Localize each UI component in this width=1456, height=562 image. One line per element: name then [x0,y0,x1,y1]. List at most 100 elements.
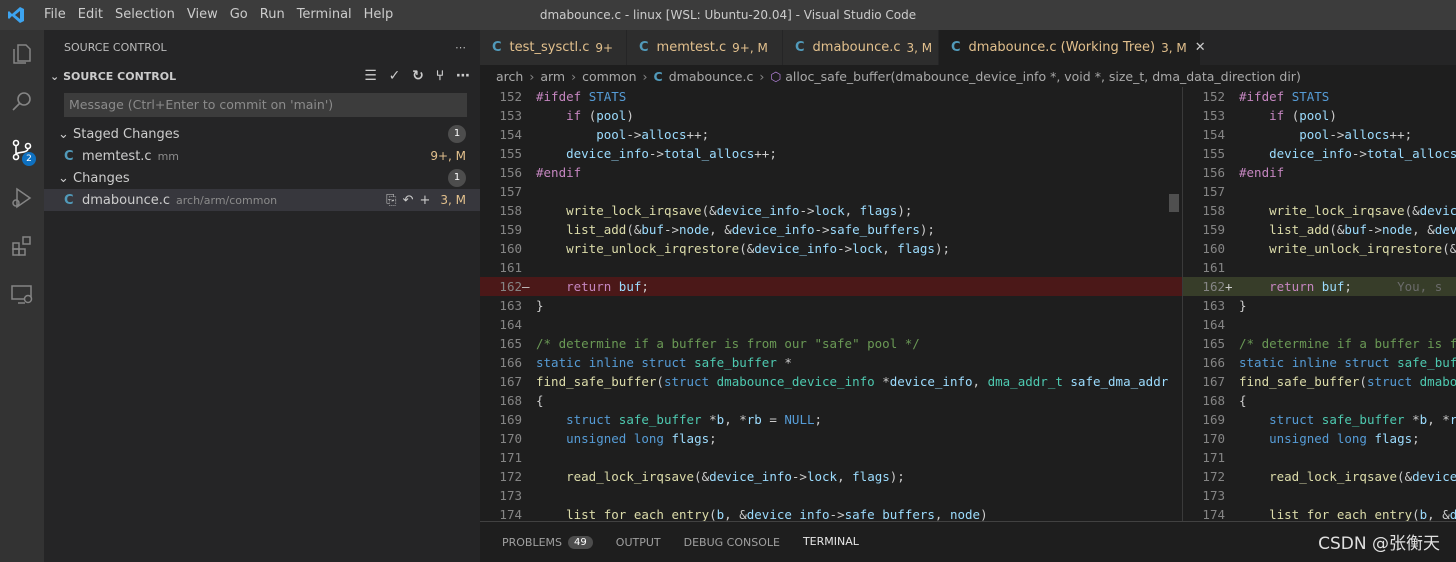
sidebar-title: SOURCE CONTROL [64,41,167,54]
scm-section-header[interactable]: ⌄ SOURCE CONTROL ☰ ✓ ↻ ⑂ ⋯ [44,65,480,87]
code-line: 160 write_unlock_irqrestore(&device_info… [1202,241,1456,256]
code-line: 168{ [499,393,544,408]
branch-graph-icon[interactable]: ⑂ [436,68,444,84]
menu-terminal[interactable]: Terminal [291,0,358,30]
tab-status: 9+ [595,40,614,55]
code-line: 166static inline struct safe_buffer * [1202,355,1456,370]
code-line: 164 [1202,317,1225,332]
breadcrumb-item[interactable]: common [582,69,636,84]
tab-terminal[interactable]: TERMINAL [802,522,859,562]
commit-check-icon[interactable]: ✓ [389,68,401,84]
code-line: 158 write_lock_irqsave(&device_info->loc… [499,203,913,218]
menu-help[interactable]: Help [358,0,400,30]
more-actions-icon[interactable]: ⋯ [455,30,466,65]
diff-original-pane[interactable]: 152 #ifdef STATS 153 if (pool) 154 pool->… [480,87,1182,551]
code-line: 170 unsigned long flags; [499,431,717,446]
c-file-icon: C [492,40,502,55]
code-line: 155 device_info->total_allocs++; [1202,146,1456,161]
code-line: 159 list_add(&buf->node, &device_info->s… [1202,222,1456,237]
menu-bar: File Edit Selection View Go Run Terminal… [38,0,399,30]
tab-status: 3, M [906,40,933,55]
chevron-right-icon: › [529,68,535,84]
staged-file-item[interactable]: C memtest.c mm 9+, M [44,145,480,167]
source-control-icon[interactable]: 2 [0,126,44,174]
menu-edit[interactable]: Edit [72,0,109,30]
scrollbar-thumb[interactable] [1169,194,1179,212]
code-line: 153 if (pool) [1202,108,1337,123]
tab-status: 3, M [1161,40,1187,55]
run-debug-icon[interactable] [0,174,44,222]
menu-view[interactable]: View [181,0,224,30]
code-line: 164 [499,317,522,332]
code-line: 165/* determine if a buffer is from our … [499,336,920,351]
refresh-icon[interactable]: ↻ [412,68,424,84]
code-line: 172 read_lock_irqsave(&device_info->lock… [499,469,905,484]
code-line: 152 #ifdef STATS [1202,89,1330,104]
code-line: 161 [499,260,522,275]
changed-file-item[interactable]: C dmabounce.c arch/arm/common ⎘ ↶ + 3, M [44,189,480,211]
view-as-tree-icon[interactable]: ☰ [364,68,377,84]
code-line: 165/* determine if a buffer is from our … [1202,336,1456,351]
tab-label: dmabounce.c (Working Tree) [968,40,1156,55]
code-line: 153 if (pool) [499,108,634,123]
c-file-icon: C [64,148,74,164]
more-actions-icon[interactable]: ⋯ [456,68,470,84]
changes-group[interactable]: ⌄ Changes 1 [44,167,480,189]
tab-output[interactable]: OUTPUT [616,522,661,562]
chevron-right-icon: › [759,68,765,84]
problems-label: PROBLEMS [502,535,563,549]
menu-go[interactable]: Go [224,0,254,30]
tab-dmabounce[interactable]: C dmabounce.c 3, M [783,30,939,65]
tab-problems[interactable]: PROBLEMS 49 [502,522,593,562]
chevron-down-icon: ⌄ [58,170,69,186]
tab-dmabounce-working-tree[interactable]: C dmabounce.c (Working Tree) 3, M ✕ [939,30,1206,65]
code-line: 171 [1202,450,1225,465]
code-line: 154 pool->allocs++; [499,127,710,142]
code-line: 169 struct safe_buffer *b, *rb = NULL; [499,412,823,427]
editor-tabs: C test_sysctl.c 9+ C memtest.c 9+, M C d… [480,30,1456,65]
code-line: 161 [1202,260,1225,275]
code-line: 169 struct safe_buffer *b, *rb = NULL; [1202,412,1456,427]
open-file-icon[interactable]: ⎘ [386,193,396,208]
method-icon: ⬡ [770,68,782,84]
code-line: 171 [499,450,522,465]
breadcrumb: arch › arm › common › C dmabounce.c › ⬡ allo… [480,65,1456,87]
stage-changes-icon[interactable]: + [419,193,430,208]
staged-changes-label: Staged Changes [73,126,180,142]
discard-changes-icon[interactable]: ↶ [403,193,414,208]
tab-label: test_sysctl.c [509,40,590,55]
remote-explorer-icon[interactable] [0,270,44,318]
menu-selection[interactable]: Selection [109,0,181,30]
search-icon[interactable] [0,78,44,126]
breadcrumb-item[interactable]: arch [496,69,523,84]
extensions-icon[interactable] [0,222,44,270]
chevron-down-icon: ⌄ [50,69,60,83]
close-icon[interactable]: ✕ [1195,40,1206,55]
tab-label: memtest.c [656,40,727,55]
changes-count-badge: 1 [448,169,466,187]
tab-test-sysctl[interactable]: C test_sysctl.c 9+ [480,30,627,65]
breadcrumb-item[interactable]: dmabounce.c [669,69,754,84]
code-line: 156 #endif [1202,165,1285,180]
c-file-icon: C [653,68,663,84]
menu-file[interactable]: File [38,0,72,30]
tab-debug-console[interactable]: DEBUG CONSOLE [684,522,780,562]
code-line: 163} [499,298,544,313]
activity-bar: 2 [0,30,44,562]
problems-count-badge: 49 [568,535,593,549]
tab-memtest[interactable]: C memtest.c 9+, M [627,30,783,65]
code-line: 157 [499,184,522,199]
staged-changes-group[interactable]: ⌄ Staged Changes 1 [44,123,480,145]
code-line: 160 write_unlock_irqrestore(&device_info… [499,241,950,256]
chevron-right-icon: › [642,68,648,84]
commit-message-input[interactable]: Message (Ctrl+Enter to commit on 'main') [64,93,467,117]
diff-modified-pane[interactable]: 152 #ifdef STATS 153 if (pool) 154 pool->… [1183,87,1456,551]
breadcrumb-item[interactable]: arm [540,69,565,84]
file-name: dmabounce.c [82,192,170,208]
code-line: 152 #ifdef STATS [499,89,627,104]
code-line: 167find_safe_buffer(struct dmabounce_dev… [1202,374,1456,389]
title-bar: File Edit Selection View Go Run Terminal… [0,0,1456,30]
menu-run[interactable]: Run [254,0,291,30]
explorer-icon[interactable] [0,30,44,78]
breadcrumb-item[interactable]: alloc_safe_buffer(dmabounce_device_info … [785,69,1301,84]
